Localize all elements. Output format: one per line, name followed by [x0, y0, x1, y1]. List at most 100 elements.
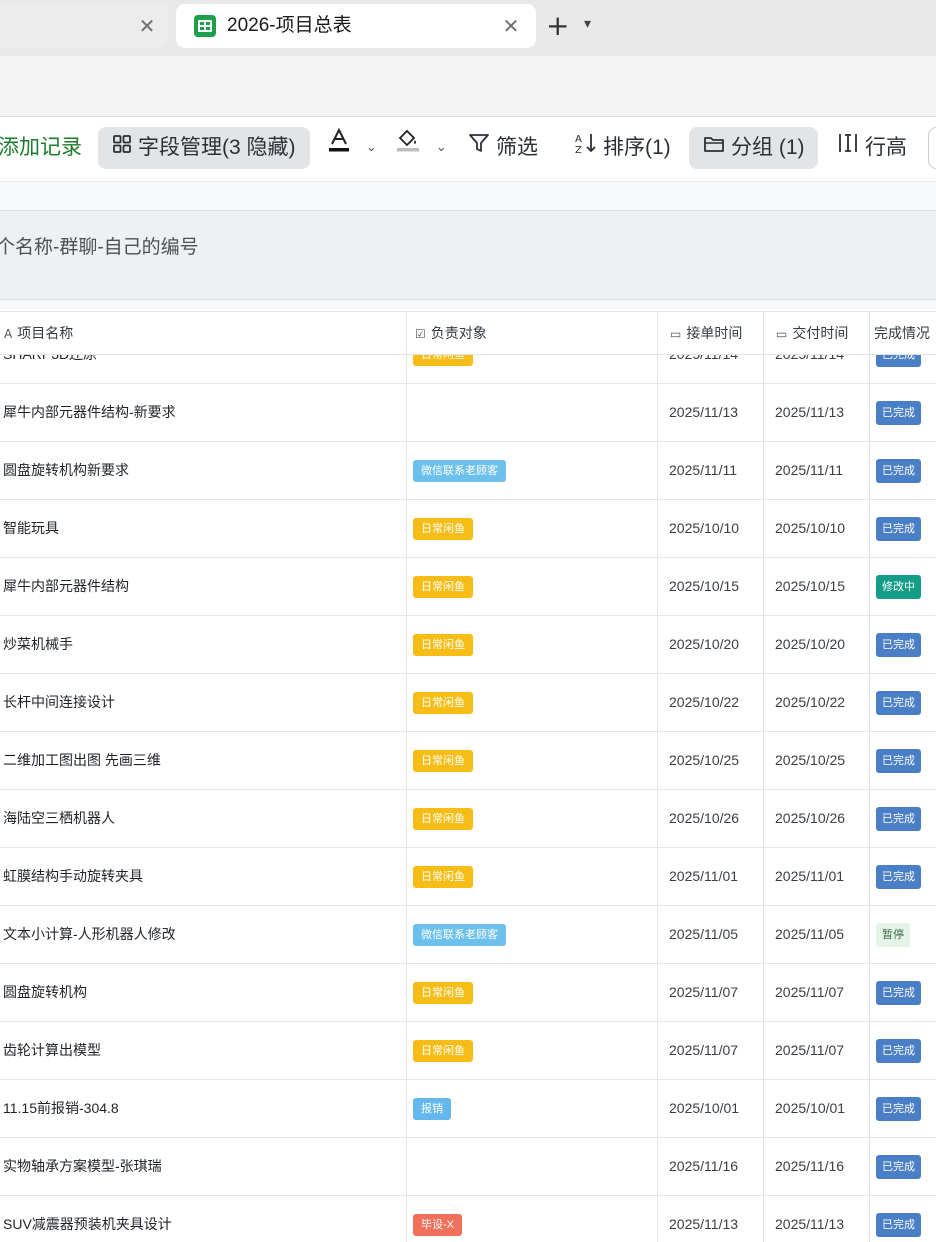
cell-received-date[interactable]: 2025/11/13 — [658, 1196, 764, 1242]
cell-project-name[interactable]: 长杆中间连接设计 — [0, 674, 407, 731]
cell-status[interactable]: 已完成 — [870, 1196, 936, 1242]
new-tab-button[interactable]: + — [546, 12, 569, 40]
cell-status[interactable]: 已完成 — [870, 790, 936, 847]
cell-status[interactable]: 已完成 — [870, 1022, 936, 1079]
table-row[interactable]: 11.15前报销-304.8 报销 2025/10/01 2025/10/01 已完成 — [0, 1080, 936, 1138]
cell-status[interactable]: 已完成 — [870, 1080, 936, 1137]
cell-delivery-date[interactable]: 2025/11/13 — [764, 384, 870, 441]
cell-owner[interactable]: 日常闲鱼 — [407, 616, 658, 673]
cell-status[interactable]: 已完成 — [870, 616, 936, 673]
cell-status[interactable]: 已完成 — [870, 964, 936, 1021]
cell-project-name[interactable]: 二维加工图出图 先画三维 — [0, 732, 407, 789]
close-tab-icon[interactable]: ✕ — [500, 15, 522, 37]
cell-delivery-date[interactable]: 2025/11/05 — [764, 906, 870, 963]
table-row[interactable]: SUV减震器预装机夹具设计 毕设-X 2025/11/13 2025/11/13 已完成 — [0, 1196, 936, 1242]
table-row[interactable]: 炒菜机械手 日常闲鱼 2025/10/20 2025/10/20 已完成 — [0, 616, 936, 674]
cell-status[interactable]: 已完成 — [870, 384, 936, 441]
cell-owner[interactable]: 日常闲鱼 — [407, 790, 658, 847]
more-toolbar-button[interactable] — [928, 127, 936, 169]
cell-received-date[interactable]: 2025/10/26 — [658, 790, 764, 847]
close-tab-icon[interactable]: ✕ — [136, 15, 158, 37]
cell-delivery-date[interactable]: 2025/11/07 — [764, 964, 870, 1021]
cell-status[interactable]: 已完成 — [870, 732, 936, 789]
cell-owner[interactable]: 日常闲鱼 — [407, 848, 658, 905]
cell-delivery-date[interactable]: 2025/11/07 — [764, 1022, 870, 1079]
cell-delivery-date[interactable]: 2025/11/16 — [764, 1138, 870, 1195]
field-manage-button[interactable]: 字段管理(3 隐藏) — [98, 127, 310, 169]
table-row[interactable]: 文本小计算-人形机器人修改 微信联系老顾客 2025/11/05 2025/11/05… — [0, 906, 936, 964]
cell-status[interactable]: 已完成 — [870, 1138, 936, 1195]
cell-owner[interactable]: 日常闲鱼 — [407, 964, 658, 1021]
col-header-delivered[interactable]: ▭ 交付时间 — [764, 312, 870, 354]
row-height-button[interactable]: 行高 — [837, 127, 907, 169]
cell-received-date[interactable]: 2025/10/20 — [658, 616, 764, 673]
cell-project-name[interactable]: 圆盘旋转机构 — [0, 964, 407, 1021]
col-header-owner[interactable]: ☑ 负责对象 — [407, 312, 658, 354]
cell-project-name[interactable]: 犀牛内部元器件结构-新要求 — [0, 384, 407, 441]
cell-project-name[interactable]: 虹膜结构手动旋转夹具 — [0, 848, 407, 905]
cell-received-date[interactable]: 2025/11/11 — [658, 442, 764, 499]
cell-delivery-date[interactable]: 2025/10/25 — [764, 732, 870, 789]
cell-project-name[interactable]: 齿轮计算出模型 — [0, 1022, 407, 1079]
table-row[interactable]: 圆盘旋转机构新要求 微信联系老顾客 2025/11/11 2025/11/11 已完成 — [0, 442, 936, 500]
text-color-button[interactable]: ⌄ — [328, 127, 377, 169]
cell-delivery-date[interactable]: 2025/10/10 — [764, 500, 870, 557]
cell-project-name[interactable]: 犀牛内部元器件结构 — [0, 558, 407, 615]
cell-project-name[interactable]: 实物轴承方案模型-张琪瑞 — [0, 1138, 407, 1195]
table-row[interactable]: 长杆中间连接设计 日常闲鱼 2025/10/22 2025/10/22 已完成 — [0, 674, 936, 732]
table-row[interactable]: 智能玩具 日常闲鱼 2025/10/10 2025/10/10 已完成 — [0, 500, 936, 558]
group-button[interactable]: 分组 (1) — [689, 127, 818, 169]
cell-project-name[interactable]: 智能玩具 — [0, 500, 407, 557]
table-row[interactable]: 实物轴承方案模型-张琪瑞 2025/11/16 2025/11/16 已完成 — [0, 1138, 936, 1196]
tab-list-chevron-icon[interactable]: ▾ — [584, 16, 591, 32]
cell-owner[interactable]: 微信联系老顾客 — [407, 906, 658, 963]
cell-delivery-date[interactable]: 2025/10/15 — [764, 558, 870, 615]
table-row[interactable]: 圆盘旋转机构 日常闲鱼 2025/11/07 2025/11/07 已完成 — [0, 964, 936, 1022]
cell-received-date[interactable]: 2025/10/15 — [658, 558, 764, 615]
col-header-name[interactable]: A 项目名称 — [0, 312, 407, 354]
table-row[interactable]: 犀牛内部元器件结构 日常闲鱼 2025/10/15 2025/10/15 修改中 — [0, 558, 936, 616]
cell-owner[interactable]: 日常闲鱼 — [407, 558, 658, 615]
cell-owner[interactable]: 日常闲鱼 — [407, 674, 658, 731]
cell-owner[interactable]: 微信联系老顾客 — [407, 442, 658, 499]
cell-status[interactable]: 已完成 — [870, 442, 936, 499]
table-row[interactable]: 虹膜结构手动旋转夹具 日常闲鱼 2025/11/01 2025/11/01 已完成 — [0, 848, 936, 906]
fill-color-button[interactable]: ⌄ — [396, 127, 447, 169]
cell-owner[interactable]: 毕设-X — [407, 1196, 658, 1242]
cell-status[interactable]: 已完成 — [870, 848, 936, 905]
filter-button[interactable]: 筛选 — [468, 127, 538, 169]
cell-project-name[interactable]: 炒菜机械手 — [0, 616, 407, 673]
cell-received-date[interactable]: 2025/11/01 — [658, 848, 764, 905]
browser-tab[interactable]: ✕ — [0, 4, 168, 48]
cell-received-date[interactable]: 2025/11/05 — [658, 906, 764, 963]
cell-received-date[interactable]: 2025/11/07 — [658, 964, 764, 1021]
cell-received-date[interactable]: 2025/11/13 — [658, 384, 764, 441]
cell-owner[interactable]: 日常闲鱼 — [407, 500, 658, 557]
cell-delivery-date[interactable]: 2025/10/20 — [764, 616, 870, 673]
cell-delivery-date[interactable]: 2025/10/01 — [764, 1080, 870, 1137]
cell-project-name[interactable]: SUV减震器预装机夹具设计 — [0, 1196, 407, 1242]
cell-status[interactable]: 修改中 — [870, 558, 936, 615]
cell-received-date[interactable]: 2025/11/16 — [658, 1138, 764, 1195]
cell-delivery-date[interactable]: 2025/11/11 — [764, 442, 870, 499]
cell-delivery-date[interactable]: 2025/11/13 — [764, 1196, 870, 1242]
cell-delivery-date[interactable]: 2025/10/22 — [764, 674, 870, 731]
table-row[interactable]: 海陆空三栖机器人 日常闲鱼 2025/10/26 2025/10/26 已完成 — [0, 790, 936, 848]
cell-owner[interactable]: 日常闲鱼 — [407, 1022, 658, 1079]
cell-status[interactable]: 已完成 — [870, 674, 936, 731]
sort-button[interactable]: AZ 排序(1) — [574, 127, 671, 169]
cell-project-name[interactable]: 文本小计算-人形机器人修改 — [0, 906, 407, 963]
cell-owner[interactable] — [407, 384, 658, 441]
cell-owner[interactable] — [407, 1138, 658, 1195]
table-row[interactable]: 齿轮计算出模型 日常闲鱼 2025/11/07 2025/11/07 已完成 — [0, 1022, 936, 1080]
table-row[interactable]: 犀牛内部元器件结构-新要求 2025/11/13 2025/11/13 已完成 — [0, 384, 936, 442]
cell-received-date[interactable]: 2025/11/07 — [658, 1022, 764, 1079]
cell-delivery-date[interactable]: 2025/10/26 — [764, 790, 870, 847]
cell-project-name[interactable]: 圆盘旋转机构新要求 — [0, 442, 407, 499]
cell-status[interactable]: 已完成 — [870, 500, 936, 557]
cell-project-name[interactable]: 11.15前报销-304.8 — [0, 1080, 407, 1137]
cell-owner[interactable]: 报销 — [407, 1080, 658, 1137]
cell-received-date[interactable]: 2025/10/25 — [658, 732, 764, 789]
col-header-received[interactable]: ▭ 接单时间 — [658, 312, 764, 354]
cell-received-date[interactable]: 2025/10/22 — [658, 674, 764, 731]
